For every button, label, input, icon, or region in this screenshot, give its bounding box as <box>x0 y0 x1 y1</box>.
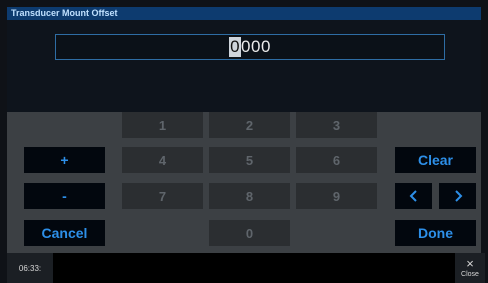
digit-key-8[interactable]: 8 <box>209 183 290 209</box>
digit-key-0[interactable]: 0 <box>209 220 290 246</box>
chevron-right-icon <box>453 190 463 202</box>
cancel-button[interactable]: Cancel <box>24 220 105 246</box>
dialog-title: Transducer Mount Offset <box>7 7 481 20</box>
cursor-right-button[interactable] <box>439 183 476 209</box>
digit-key-5[interactable]: 5 <box>209 147 290 173</box>
close-button[interactable]: × Close <box>455 253 485 283</box>
dialog-screen: Transducer Mount Offset 0 000 + - Cancel… <box>0 0 488 283</box>
digit-key-1[interactable]: 1 <box>122 112 203 138</box>
done-button[interactable]: Done <box>395 220 476 246</box>
digit-key-2[interactable]: 2 <box>209 112 290 138</box>
digit-key-4[interactable]: 4 <box>122 147 203 173</box>
offset-value-input[interactable]: 0 000 <box>55 34 445 60</box>
clear-button[interactable]: Clear <box>395 147 476 173</box>
chevron-left-icon <box>409 190 419 202</box>
offset-value-text: 000 <box>241 37 271 56</box>
close-icon: × <box>466 255 474 271</box>
text-cursor: 0 <box>229 37 242 57</box>
plus-button[interactable]: + <box>24 147 105 173</box>
digit-key-9[interactable]: 9 <box>296 183 377 209</box>
status-bar <box>7 253 481 283</box>
clock-readout: 06:33: <box>7 253 53 283</box>
cursor-left-button[interactable] <box>395 183 432 209</box>
minus-button[interactable]: - <box>24 183 105 209</box>
digit-key-7[interactable]: 7 <box>122 183 203 209</box>
digit-key-6[interactable]: 6 <box>296 147 377 173</box>
close-label: Close <box>461 270 479 278</box>
digit-key-3[interactable]: 3 <box>296 112 377 138</box>
